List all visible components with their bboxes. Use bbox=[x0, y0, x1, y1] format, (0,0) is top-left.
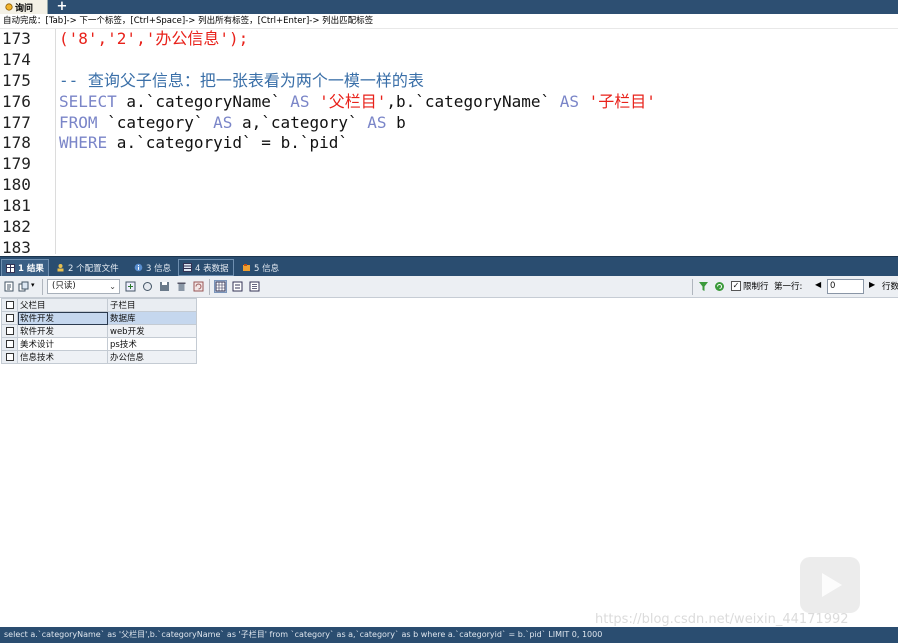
line-number: 179 bbox=[2, 154, 31, 174]
tab-profiles[interactable]: 2 个配置文件 bbox=[52, 259, 123, 276]
grid-cell[interactable]: ps技术 bbox=[107, 337, 197, 351]
query-tab[interactable]: 询问 bbox=[0, 0, 48, 14]
form-view-icon[interactable] bbox=[232, 281, 243, 292]
line-number: 175 bbox=[2, 70, 31, 90]
code-line: SELECT a.`categoryName` AS '父栏目',b.`cate… bbox=[59, 91, 656, 111]
code-line: FROM `category` AS a,`category` AS b bbox=[59, 112, 406, 132]
column-header[interactable]: 父栏目 bbox=[17, 298, 108, 312]
grid-cell[interactable]: 办公信息 bbox=[107, 350, 197, 364]
grid-cell[interactable]: 美术设计 bbox=[17, 337, 108, 351]
status-bar: select a.`categoryName` as '父栏目',b.`cate… bbox=[0, 627, 898, 643]
copy-icon[interactable] bbox=[18, 281, 29, 292]
toolbar-separator bbox=[692, 279, 693, 295]
rows-count-label: 行数 bbox=[882, 282, 898, 292]
row-checkbox[interactable] bbox=[1, 350, 18, 364]
tab-table-data[interactable]: 4 表数据 bbox=[178, 259, 234, 276]
result-tab-bar: 1 结果 2 个配置文件 3 信息 4 表数据 5 信息 bbox=[0, 256, 898, 276]
save-icon[interactable] bbox=[159, 281, 170, 292]
line-number: 178 bbox=[2, 133, 31, 153]
query-icon bbox=[5, 3, 13, 11]
watermark-text: https://blog.csdn.net/weixin_44171992 bbox=[595, 612, 849, 627]
result-grid[interactable]: 父栏目 子栏目 软件开发 数据库 软件开发 web开发 美术设计 ps技术 信息… bbox=[1, 298, 197, 364]
column-header[interactable]: 子栏目 bbox=[107, 298, 197, 312]
row-checkbox[interactable] bbox=[1, 311, 18, 325]
tab-table-data-label: 4 表数据 bbox=[195, 263, 229, 274]
result-toolbar: ▾ (只读) ⌄ ✓ 限制行 第一行: ◀ 0 ▶ 行数 bbox=[0, 276, 898, 298]
result-mode-value: (只读) bbox=[52, 281, 76, 291]
code-line: ('8','2','办公信息'); bbox=[59, 29, 249, 48]
tab-history-label: 5 信息 bbox=[254, 263, 280, 274]
table-row[interactable]: 信息技术 办公信息 bbox=[1, 350, 197, 364]
info-icon bbox=[134, 263, 143, 272]
line-number: 181 bbox=[2, 196, 31, 216]
limit-rows-label: 限制行 bbox=[743, 282, 769, 292]
chevron-down-icon: ⌄ bbox=[109, 282, 116, 291]
line-number: 173 bbox=[2, 29, 31, 48]
line-number: 183 bbox=[2, 237, 31, 254]
tab-result[interactable]: 1 结果 bbox=[1, 259, 49, 276]
line-number: 176 bbox=[2, 91, 31, 111]
table-data-icon bbox=[183, 263, 192, 272]
line-number: 180 bbox=[2, 175, 31, 195]
add-row-icon[interactable] bbox=[125, 281, 136, 292]
new-query-tab-button[interactable]: + bbox=[52, 0, 72, 14]
autocomplete-hint: 自动完成：[Tab]-> 下一个标签，[Ctrl+Space]-> 列出所有标签… bbox=[0, 14, 898, 29]
chevron-down-icon[interactable]: ▾ bbox=[31, 281, 35, 289]
grid-cell[interactable]: 软件开发 bbox=[17, 311, 108, 325]
delete-icon[interactable] bbox=[176, 281, 187, 292]
history-icon bbox=[242, 263, 251, 272]
refresh-icon[interactable] bbox=[193, 281, 204, 292]
export-icon[interactable] bbox=[4, 281, 15, 292]
previous-page-icon[interactable]: ◀ bbox=[815, 280, 821, 289]
code-line: WHERE a.`categoryid` = b.`pid` bbox=[59, 133, 348, 153]
profile-icon bbox=[56, 263, 65, 272]
line-number: 177 bbox=[2, 112, 31, 132]
first-row-label: 第一行: bbox=[774, 282, 803, 292]
line-number: 182 bbox=[2, 217, 31, 237]
code-area[interactable]: ('8','2','办公信息'); -- 查询父子信息：把一张表看为两个一模一样… bbox=[59, 29, 656, 154]
limit-rows-checkbox[interactable]: ✓ bbox=[731, 281, 741, 291]
text-view-icon[interactable] bbox=[249, 281, 260, 292]
table-row[interactable]: 软件开发 数据库 bbox=[1, 311, 197, 325]
grid-cell[interactable]: 数据库 bbox=[107, 311, 197, 325]
tab-history[interactable]: 5 信息 bbox=[238, 259, 283, 276]
sql-editor[interactable]: 173 174 175 176 177 178 179 180 181 182 … bbox=[0, 29, 898, 254]
line-number: 174 bbox=[2, 49, 31, 69]
grid-header-row: 父栏目 子栏目 bbox=[1, 298, 197, 312]
tab-messages[interactable]: 3 信息 bbox=[130, 259, 175, 276]
grid-cell[interactable]: 信息技术 bbox=[17, 350, 108, 364]
row-checkbox[interactable] bbox=[1, 337, 18, 351]
toolbar-separator bbox=[42, 279, 43, 295]
grid-icon bbox=[6, 263, 15, 273]
tab-result-label: 1 结果 bbox=[18, 264, 44, 274]
tab-messages-label: 3 信息 bbox=[146, 263, 172, 274]
query-tab-strip: 询问 + bbox=[0, 0, 898, 14]
filter-icon[interactable] bbox=[698, 281, 709, 292]
grid-cell[interactable]: web开发 bbox=[107, 324, 197, 338]
video-play-icon bbox=[800, 557, 860, 613]
table-row[interactable]: 美术设计 ps技术 bbox=[1, 337, 197, 351]
select-all-checkbox[interactable] bbox=[1, 298, 18, 312]
reset-filter-icon[interactable] bbox=[714, 281, 725, 292]
query-tab-label: 询问 bbox=[15, 3, 34, 14]
first-row-input[interactable]: 0 bbox=[827, 279, 864, 294]
line-number-gutter: 173 174 175 176 177 178 179 180 181 182 … bbox=[0, 29, 56, 254]
duplicate-row-icon[interactable] bbox=[142, 281, 153, 292]
grid-cell[interactable]: 软件开发 bbox=[17, 324, 108, 338]
toolbar-separator bbox=[209, 279, 210, 295]
row-checkbox[interactable] bbox=[1, 324, 18, 338]
result-mode-select[interactable]: (只读) ⌄ bbox=[47, 279, 120, 294]
next-page-icon[interactable]: ▶ bbox=[869, 280, 875, 289]
grid-view-icon[interactable] bbox=[214, 280, 227, 293]
code-line: -- 查询父子信息：把一张表看为两个一模一样的表 bbox=[59, 70, 424, 90]
table-row[interactable]: 软件开发 web开发 bbox=[1, 324, 197, 338]
tab-profiles-label: 2 个配置文件 bbox=[68, 263, 119, 274]
